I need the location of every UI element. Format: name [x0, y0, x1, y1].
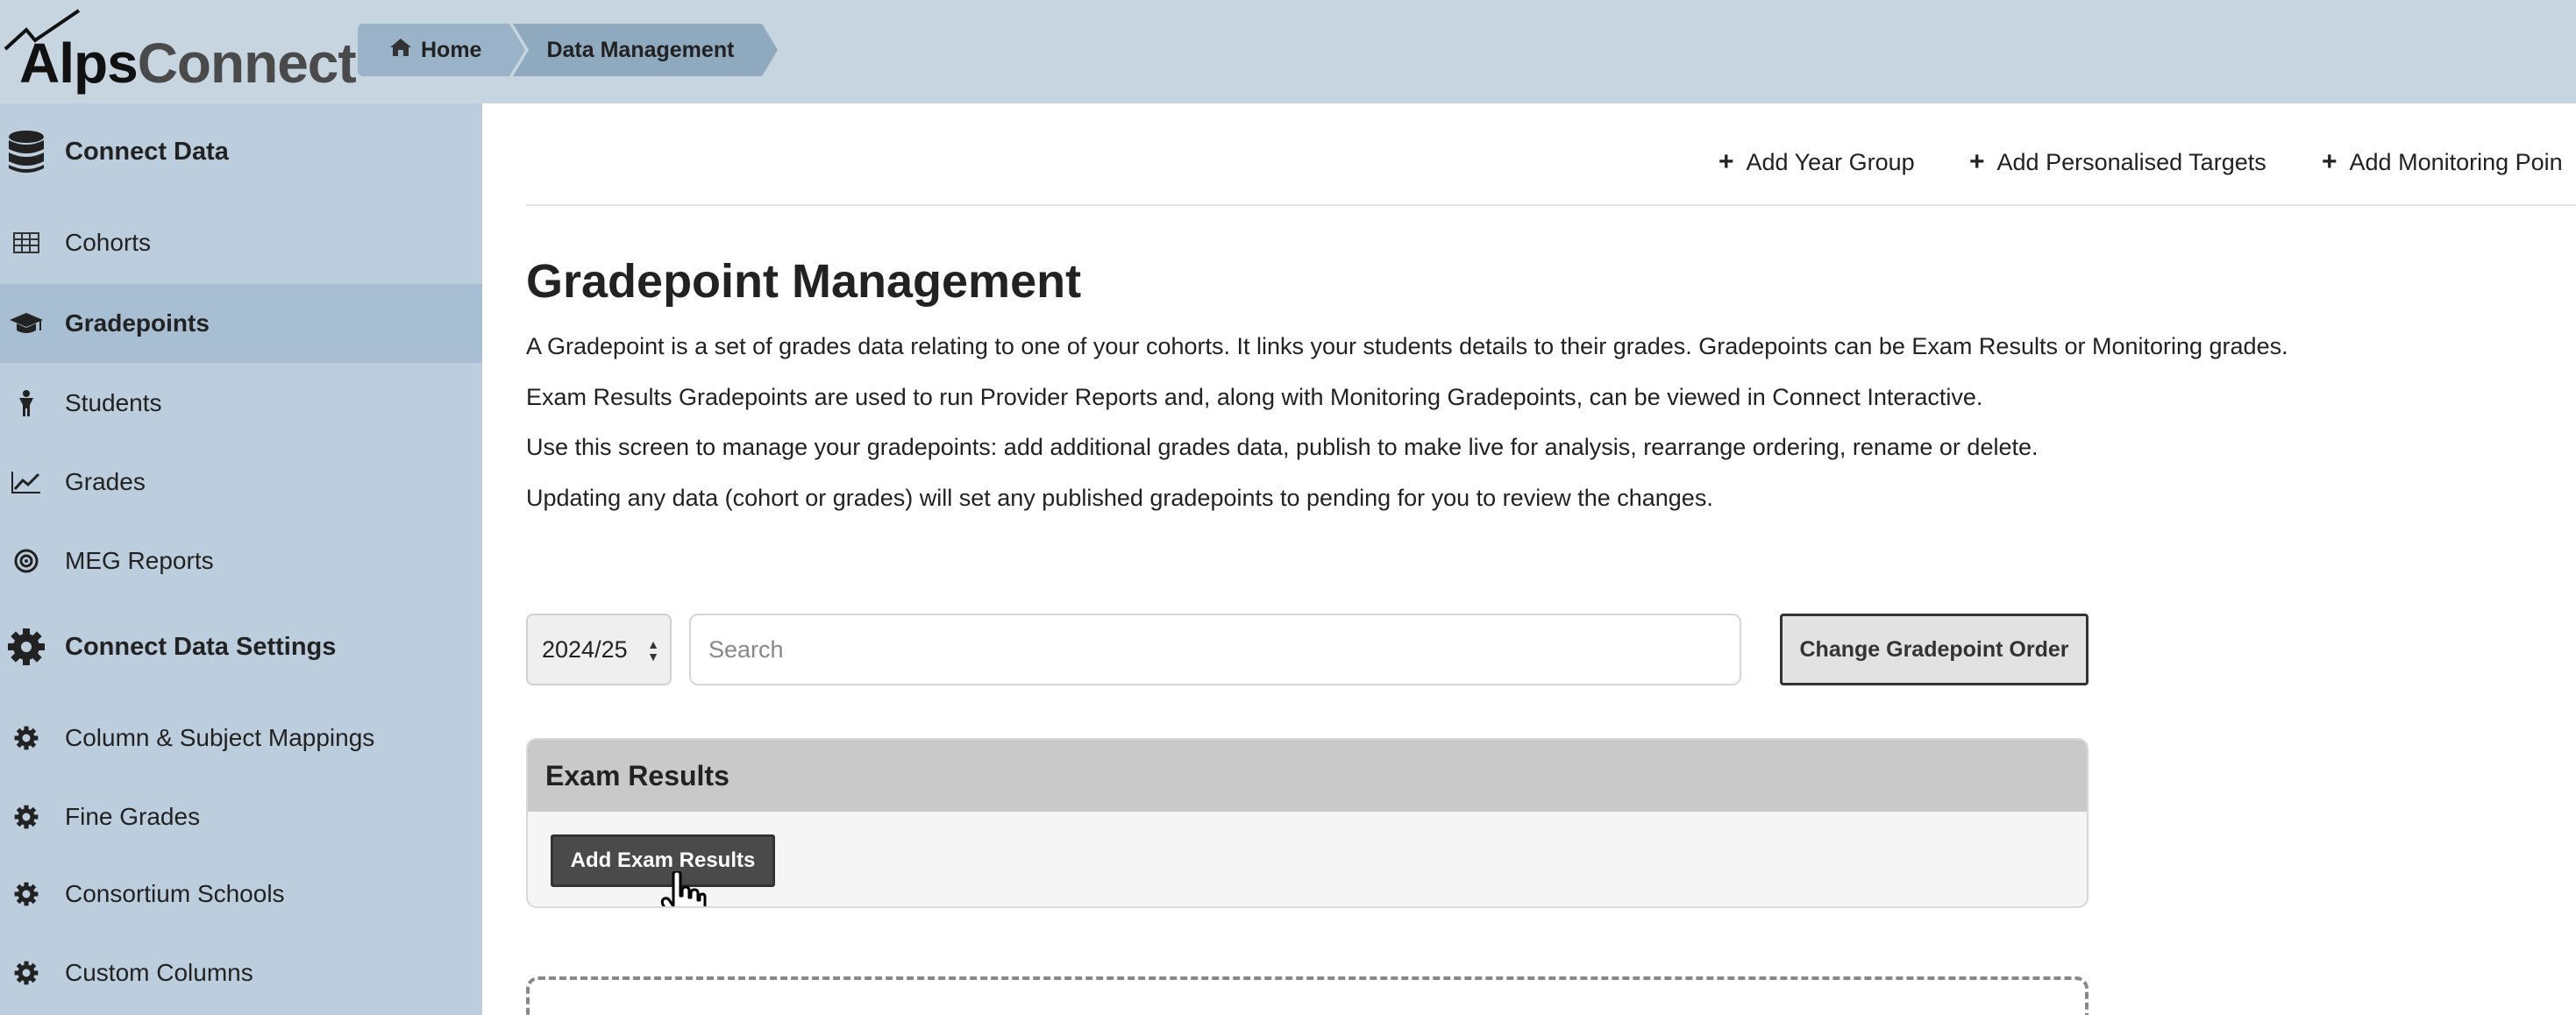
sidebar-label: Connect Data Settings [65, 632, 337, 661]
action-bar: + Add Year Group + Add Personalised Targ… [482, 147, 2576, 182]
sidebar-item-custom-columns[interactable]: Custom Columns [0, 938, 482, 1008]
description-paragraph: Exam Results Gradepoints are used to run… [526, 384, 1983, 410]
table-icon [7, 224, 46, 262]
plus-icon: + [1969, 147, 1985, 176]
sidebar-label: Fine Grades [65, 803, 201, 830]
change-gradepoint-order-button[interactable]: Change Gradepoint Order [1780, 614, 2089, 685]
line-chart-icon [7, 463, 46, 501]
add-monitoring-point-label: Add Monitoring Poin [2349, 148, 2563, 175]
student-icon [7, 384, 46, 422]
gear-icon [7, 719, 46, 757]
sidebar-header-connect-data[interactable]: Connect Data [0, 121, 482, 182]
gear-icon [7, 875, 46, 913]
database-icon [7, 131, 46, 173]
sidebar-item-column-subject-mappings[interactable]: Column & Subject Mappings [0, 703, 482, 773]
plus-icon: + [1719, 147, 1734, 176]
add-monitoring-point-link[interactable]: + Add Monitoring Poin [2322, 147, 2563, 177]
sidebar: Connect Data Cohorts Gradepoints Student… [0, 103, 482, 1015]
hand-pointer-cursor-icon [660, 871, 707, 906]
target-icon [7, 542, 46, 580]
plus-icon: + [2322, 147, 2338, 176]
search-input[interactable] [689, 614, 1741, 685]
breadcrumb-data-management[interactable]: Data Management [513, 24, 779, 76]
sidebar-item-cohorts[interactable]: Cohorts [0, 212, 482, 273]
sidebar-item-fine-grades[interactable]: Fine Grades [0, 782, 482, 852]
description-paragraph: Use this screen to manage your gradepoin… [526, 434, 2039, 460]
exam-results-panel: Exam Results Add Exam Results [526, 738, 2089, 908]
breadcrumb-current-label: Data Management [546, 37, 735, 62]
sidebar-label: Column & Subject Mappings [65, 724, 375, 751]
select-arrows-icon: ▲ ▼ [647, 637, 659, 664]
gear-icon [7, 798, 46, 836]
breadcrumb-home[interactable]: Home [358, 24, 526, 76]
breadcrumb: Home Data Management [358, 24, 779, 76]
sidebar-item-gradepoints[interactable]: Gradepoints [0, 284, 482, 363]
logo-text: AlpsConnect [19, 35, 357, 91]
gear-icon [7, 954, 46, 992]
add-personalised-targets-link[interactable]: + Add Personalised Targets [1969, 147, 2266, 177]
divider [526, 204, 2576, 206]
sidebar-item-students[interactable]: Students [0, 368, 482, 438]
sidebar-label: Cohorts [65, 229, 152, 256]
description-paragraph: A Gradepoint is a set of grades data rel… [526, 333, 2288, 359]
main-content: + Add Year Group + Add Personalised Targ… [482, 103, 2576, 1015]
sidebar-label: Students [65, 389, 162, 416]
year-select-value: 2024/25 [542, 635, 628, 663]
graduation-cap-icon [7, 304, 46, 343]
drop-zone[interactable] [526, 976, 2089, 1015]
year-select[interactable]: 2024/25 ▲ ▼ [526, 614, 672, 685]
logo-alps: Alps [19, 32, 139, 95]
exam-results-heading: Exam Results [528, 740, 2087, 812]
description-paragraph: Updating any data (cohort or grades) wil… [526, 485, 1713, 511]
sidebar-label: Grades [65, 468, 146, 495]
sidebar-label: Custom Columns [65, 959, 253, 986]
sidebar-label: Gradepoints [65, 309, 210, 337]
page-title: Gradepoint Management [526, 255, 1082, 308]
sidebar-label: Connect Data [65, 137, 229, 166]
alps-connect-logo[interactable]: AlpsConnect [4, 5, 357, 100]
add-year-group-label: Add Year Group [1746, 148, 1915, 175]
sidebar-item-meg-reports[interactable]: MEG Reports [0, 526, 482, 596]
sidebar-item-grades[interactable]: Grades [0, 447, 482, 517]
sidebar-label: MEG Reports [65, 547, 214, 574]
add-year-group-link[interactable]: + Add Year Group [1719, 147, 1915, 177]
top-bar: AlpsConnect Home Data Management [0, 0, 2576, 103]
gear-icon [7, 628, 46, 666]
home-icon [389, 38, 412, 63]
logo-connect: Connect [137, 32, 357, 95]
sidebar-item-consortium-schools[interactable]: Consortium Schools [0, 859, 482, 929]
add-personalised-targets-label: Add Personalised Targets [1996, 148, 2266, 175]
sidebar-label: Consortium Schools [65, 880, 285, 907]
breadcrumb-home-label: Home [421, 37, 482, 62]
sidebar-header-connect-data-settings[interactable]: Connect Data Settings [0, 612, 482, 682]
